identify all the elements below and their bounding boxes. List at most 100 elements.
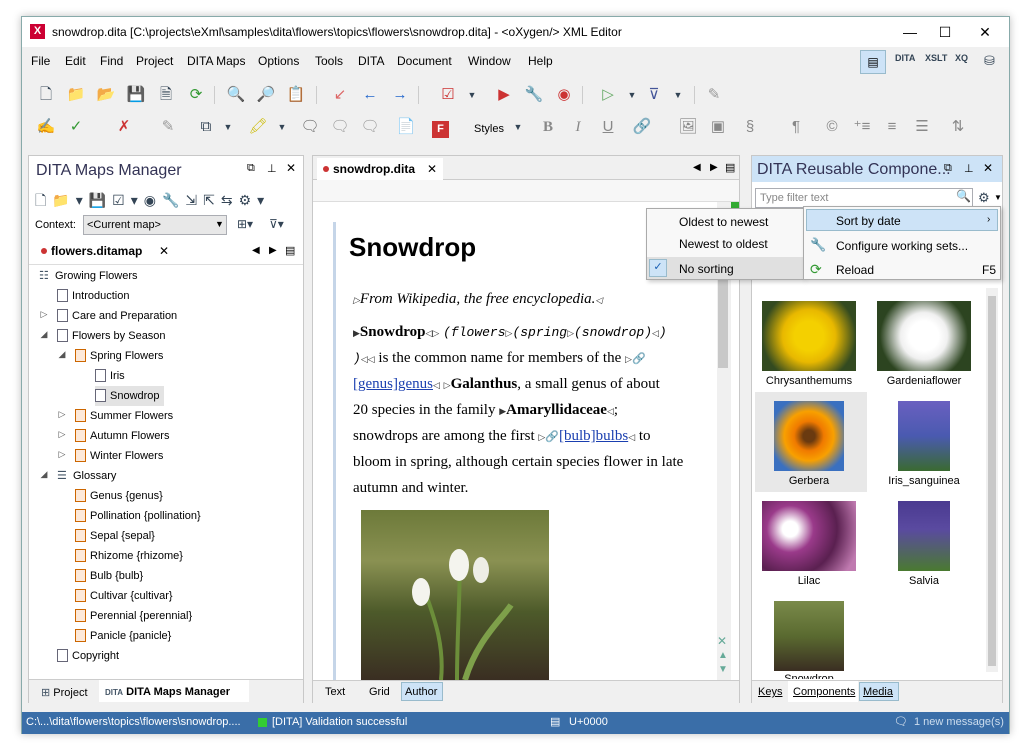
expand-icon[interactable]: ▷ <box>39 309 49 320</box>
menu-dita[interactable]: DITA <box>358 54 384 68</box>
image-salvia[interactable] <box>898 501 950 571</box>
styles-dropdown-arrow-icon[interactable]: ▼ <box>508 117 528 137</box>
menu-find[interactable]: Find <box>100 54 123 68</box>
tab-project[interactable]: ⊞ Project <box>41 686 88 699</box>
reload-file-icon[interactable]: ⟳ <box>186 85 206 105</box>
ordered-list-icon[interactable]: ≡ <box>882 117 902 137</box>
add-comment-icon[interactable]: 🗨 <box>300 117 320 137</box>
editor-tab-list-icon[interactable]: ▤ <box>725 161 735 174</box>
debug-transformation-icon[interactable]: ◉ <box>554 85 574 105</box>
remove-comment-icon[interactable]: 🗨 <box>360 117 380 137</box>
filter-icon[interactable]: ⊽ <box>644 85 664 105</box>
filter-input[interactable]: Type filter text <box>755 188 973 208</box>
para-line-5[interactable]: snowdrops are among the first ▷🔗[bulb]bu… <box>353 428 651 445</box>
tree-item-bulb[interactable]: Bulb {bulb} <box>75 566 143 586</box>
tree-item-copyright[interactable]: Copyright <box>57 646 119 666</box>
forward-arrow-icon[interactable]: → <box>390 85 410 105</box>
back-arrow-icon[interactable]: ← <box>360 85 380 105</box>
image-gerbera[interactable] <box>774 401 844 471</box>
menu-window[interactable]: Window <box>468 54 511 68</box>
expand-icon[interactable]: ▷ <box>57 429 67 440</box>
filter-dropdown-icon[interactable]: ▼ <box>668 85 688 105</box>
menu-no-sorting[interactable]: No sorting <box>679 262 734 276</box>
clipboard-icon[interactable]: 📋 <box>286 85 306 105</box>
edit-comment-icon[interactable]: 🗨 <box>330 117 350 137</box>
menu-document[interactable]: Document <box>397 54 452 68</box>
sort-icon[interactable]: ⇅ <box>948 117 968 137</box>
tab-components[interactable]: Components <box>793 686 855 698</box>
tab-author[interactable]: Author <box>405 686 437 698</box>
underline-icon[interactable]: U <box>598 117 618 137</box>
menu-sort-by-date[interactable]: Sort by date <box>836 214 901 228</box>
collapse-icon[interactable]: ◢ <box>57 349 67 360</box>
tab-media[interactable]: Media <box>863 686 893 698</box>
menu-edit[interactable]: Edit <box>65 54 86 68</box>
tab-text[interactable]: Text <box>325 686 345 698</box>
validate-dropdown-icon[interactable]: ▼ <box>462 85 482 105</box>
para-line-6[interactable]: bloom in spring, although certain specie… <box>353 454 683 471</box>
insert-list-item-icon[interactable]: ⁺≡ <box>852 117 872 137</box>
panel-pin-icon[interactable]: ⊥ <box>267 162 277 175</box>
tab-dita-maps-manager[interactable]: DITA DITA Maps Manager <box>105 686 230 698</box>
tree-item-panicle[interactable]: Panicle {panicle} <box>75 626 171 646</box>
bold-icon[interactable]: B <box>538 117 558 137</box>
link-icon[interactable]: 🔗 <box>632 117 652 137</box>
dita-perspective-icon[interactable]: DITA <box>895 53 915 63</box>
save-icon[interactable]: 💾 <box>126 85 146 105</box>
snowdrop-image[interactable] <box>361 510 549 681</box>
tree-item-winter-flowers[interactable]: Winter Flowers <box>75 446 163 466</box>
shortdesc[interactable]: ▷From Wikipedia, the free encyclopedia.◁ <box>353 291 602 308</box>
para-line-1[interactable]: ▶Snowdrop◁▷ (flowers▷(spring▷(snowdrop)◁… <box>353 324 667 341</box>
tab-close-icon[interactable]: ✕ <box>159 244 169 258</box>
tab-list-icon[interactable]: ▤ <box>285 244 295 257</box>
expand-icon[interactable]: ▷ <box>57 409 67 420</box>
tree-item-glossary[interactable]: ☰ Glossary <box>57 466 116 486</box>
menu-options[interactable]: Options <box>258 54 299 68</box>
settings-gear-icon[interactable]: ⚙ <box>978 190 990 206</box>
insert-image-icon[interactable]: 🖼 <box>678 117 698 137</box>
maps-toolbar-icons[interactable]: 🗋📁▾💾☑▾◉🔧⇲⇱⇆⚙▾ <box>35 190 270 214</box>
expand-icon[interactable]: ▷ <box>57 449 67 460</box>
menu-oldest-to-newest[interactable]: Oldest to newest <box>679 215 768 229</box>
filter-tree-icon[interactable]: ⊽▾ <box>269 217 284 231</box>
menu-newest-to-oldest[interactable]: Newest to oldest <box>679 237 768 251</box>
menu-reload[interactable]: Reload <box>836 263 874 277</box>
open-url-icon[interactable]: 📂 <box>96 85 116 105</box>
search-icon[interactable]: 🔍 <box>956 189 971 203</box>
para-line-4[interactable]: 20 species in the family ▶Amaryllidaceae… <box>353 402 618 419</box>
fragment-icon[interactable]: F <box>432 121 449 138</box>
tab-grid[interactable]: Grid <box>369 686 390 698</box>
menu-tools[interactable]: Tools <box>315 54 343 68</box>
validate-icon[interactable]: ☑ <box>438 85 458 105</box>
find-icon[interactable]: 🔍 <box>226 85 246 105</box>
panel-maximize-icon[interactable]: ⧉ <box>944 162 952 175</box>
accept-change-icon[interactable]: ✓ <box>66 117 86 137</box>
image-chrysanthemums[interactable] <box>762 301 856 371</box>
components-scrollbar-thumb[interactable] <box>988 296 996 666</box>
status-validation[interactable]: [DITA] Validation successful <box>272 716 407 728</box>
insert-media-icon[interactable]: ▣ <box>708 117 728 137</box>
edit-profiling-icon[interactable]: ✍ <box>36 117 56 137</box>
database-perspective-icon[interactable]: ⛁ <box>984 53 995 69</box>
open-folder-icon[interactable]: 📁 <box>66 85 86 105</box>
highlight-icon[interactable]: 🖍 <box>248 117 268 137</box>
layout-toggle-icon[interactable]: ▤ <box>860 50 886 74</box>
para-line-2[interactable]: )◁◁ is the common name for members of th… <box>353 350 646 367</box>
tree-item-snowdrop[interactable]: Snowdrop <box>95 386 164 406</box>
tree-item-cultivar[interactable]: Cultivar {cultivar} <box>75 586 173 606</box>
panel-maximize-icon[interactable]: ⧉ <box>247 162 255 175</box>
panel-close-icon[interactable]: ✕ <box>286 161 296 175</box>
tab-prev-icon[interactable]: ◀ <box>252 245 260 256</box>
context-dropdown-icon[interactable]: ▼ <box>215 219 224 229</box>
context-select[interactable]: <Current map> <box>83 215 227 235</box>
menu-project[interactable]: Project <box>136 54 173 68</box>
unordered-list-icon[interactable]: ☰ <box>912 117 932 137</box>
scroll-up-icon[interactable]: ▲ <box>718 650 728 661</box>
collapse-icon[interactable]: ◢ <box>39 329 49 340</box>
xpath-dropdown-icon[interactable]: ▼ <box>622 85 642 105</box>
tree-item-spring-flowers[interactable]: Spring Flowers <box>75 346 163 366</box>
close-scroll-icon[interactable]: ✕ <box>717 634 727 648</box>
menu-dita-maps[interactable]: DITA Maps <box>187 54 245 68</box>
editor-tab-close-icon[interactable]: ✕ <box>427 162 437 176</box>
section-icon[interactable]: § <box>740 117 760 137</box>
